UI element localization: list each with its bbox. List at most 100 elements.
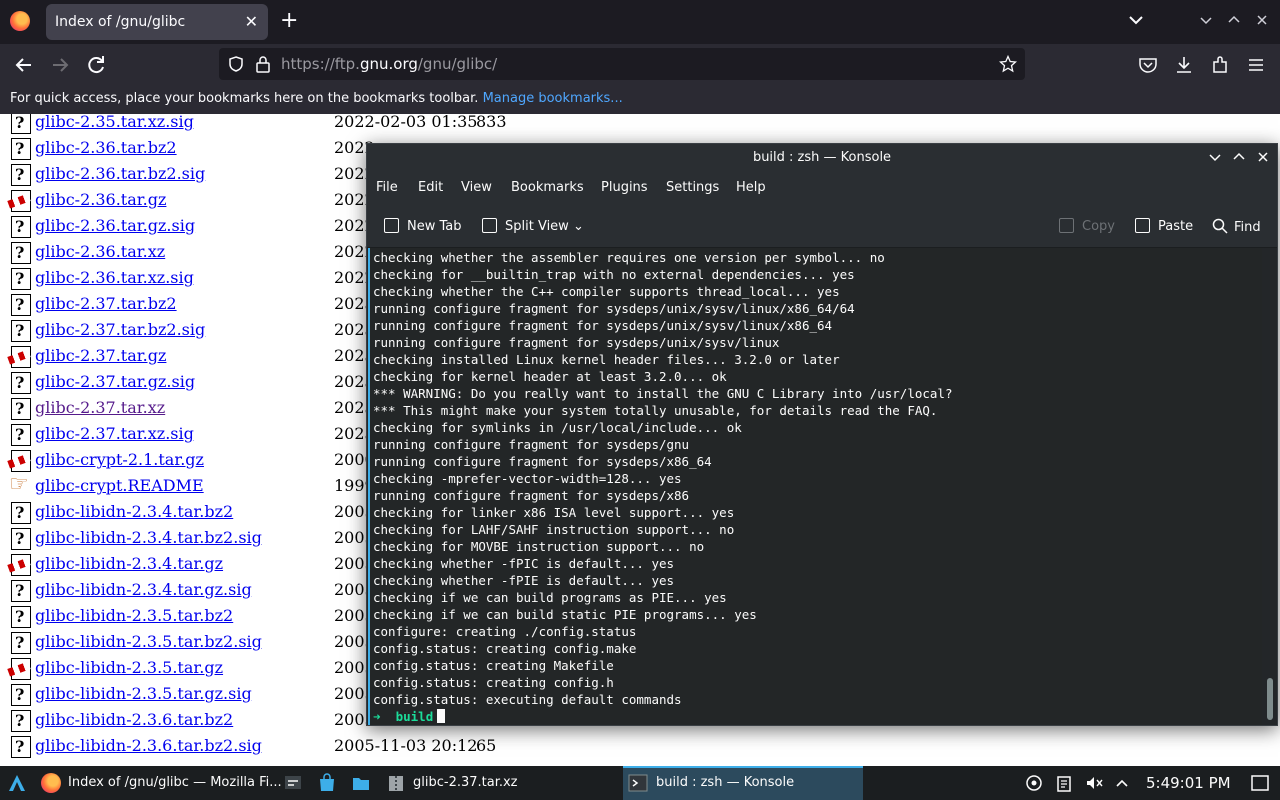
bookmark-star-icon[interactable] [999, 55, 1017, 73]
menu-file[interactable]: File [376, 180, 398, 195]
terminal-line: running configure fragment for sysdeps/u… [373, 318, 833, 333]
text-cursor [437, 709, 446, 723]
reload-icon[interactable] [84, 53, 108, 77]
extensions-icon[interactable] [1209, 54, 1231, 76]
maximize-window-icon[interactable] [1226, 12, 1242, 28]
compressed-file-icon [11, 554, 31, 576]
lock-icon[interactable] [255, 55, 271, 73]
menu-help[interactable]: Help [736, 180, 766, 195]
file-link[interactable]: glibc-crypt-2.1.tar.gz [35, 450, 204, 469]
unknown-file-icon: ? [11, 372, 31, 394]
terminal-line: running configure fragment for sysdeps/u… [373, 301, 855, 316]
konsole-title: build : zsh — Konsole [752, 150, 892, 165]
file-link[interactable]: glibc-2.37.tar.gz.sig [35, 372, 195, 391]
pocket-icon[interactable] [1137, 54, 1159, 76]
paste-button[interactable]: Paste [1135, 218, 1193, 234]
menu-edit[interactable]: Edit [418, 180, 443, 195]
file-link[interactable]: glibc-2.36.tar.bz2.sig [35, 164, 205, 183]
listing-row: ? glibc-2.35.tar.xz.sig 2022-02-03 01:35 83… [0, 114, 600, 137]
tab-index-gnu-glibc[interactable]: Index of /gnu/glibc ✕ [46, 4, 268, 40]
unknown-file-icon: ? [11, 424, 31, 446]
forward-arrow-icon[interactable] [48, 53, 72, 77]
file-manager-icon[interactable] [351, 773, 371, 793]
system-monitor-icon[interactable] [283, 773, 303, 793]
file-link[interactable]: glibc-2.37.tar.xz.sig [35, 424, 194, 443]
volume-muted-icon[interactable] [1084, 773, 1104, 793]
clock[interactable]: 5:49:01 PM [1146, 774, 1231, 792]
terminal-output[interactable]: checking whether the assembler requires … [368, 248, 1262, 725]
file-link[interactable]: glibc-libidn-2.3.5.tar.bz2.sig [35, 632, 262, 651]
menu-plugins[interactable]: Plugins [601, 180, 648, 195]
unknown-file-icon: ? [11, 398, 31, 420]
file-link[interactable]: glibc-libidn-2.3.5.tar.gz.sig [35, 684, 252, 703]
shield-icon[interactable] [227, 55, 245, 73]
file-link[interactable]: glibc-2.36.tar.gz [35, 190, 166, 209]
minimize-icon[interactable] [1207, 148, 1223, 166]
hamburger-menu-icon[interactable] [1245, 54, 1267, 76]
maximize-icon[interactable] [1231, 148, 1247, 166]
paste-label: Paste [1158, 219, 1194, 234]
file-link[interactable]: glibc-2.36.tar.bz2 [35, 138, 177, 157]
close-tab-icon[interactable]: ✕ [245, 12, 258, 31]
konsole-titlebar[interactable]: build : zsh — Konsole [367, 144, 1277, 172]
show-desktop-icon[interactable] [1250, 773, 1270, 793]
minimize-window-icon[interactable] [1198, 12, 1214, 28]
unknown-file-icon: ? [11, 138, 31, 160]
clipboard-icon[interactable] [1054, 773, 1074, 793]
taskbar-archive[interactable]: glibc-2.37.tar.xz [382, 766, 618, 800]
find-button[interactable]: Find [1212, 218, 1261, 235]
menu-settings[interactable]: Settings [666, 180, 719, 195]
list-all-tabs-icon[interactable] [1126, 10, 1146, 30]
vault-icon[interactable] [1024, 773, 1044, 793]
file-link[interactable]: glibc-crypt.README [35, 476, 204, 495]
unknown-file-icon: ? [11, 528, 31, 550]
url-text[interactable]: https://ftp.gnu.org/gnu/glibc/ [281, 55, 497, 73]
split-view-button[interactable]: Split View ⌄ [482, 218, 584, 234]
app-launcher-icon[interactable] [7, 773, 27, 793]
file-link[interactable]: glibc-libidn-2.3.6.tar.bz2.sig [35, 736, 262, 755]
file-link[interactable]: glibc-libidn-2.3.4.tar.gz [35, 554, 223, 573]
manage-bookmarks-link[interactable]: Manage bookmarks... [483, 91, 623, 106]
prompt-arrow: ➜ [373, 709, 381, 724]
scrollbar-thumb[interactable] [1267, 678, 1273, 720]
file-link[interactable]: glibc-libidn-2.3.4.tar.bz2.sig [35, 528, 262, 547]
close-window-icon[interactable] [1254, 12, 1270, 28]
close-icon[interactable] [1255, 148, 1271, 166]
file-link[interactable]: glibc-2.37.tar.gz [35, 346, 166, 365]
downloads-icon[interactable] [1173, 54, 1195, 76]
taskbar-konsole[interactable]: build : zsh — Konsole [623, 766, 863, 800]
file-link[interactable]: glibc-libidn-2.3.6.tar.bz2 [35, 710, 233, 729]
system-tray-expand-icon[interactable] [1112, 773, 1132, 793]
search-icon [1212, 218, 1228, 234]
file-link[interactable]: glibc-2.36.tar.gz.sig [35, 216, 195, 235]
file-link[interactable]: glibc-libidn-2.3.5.tar.gz [35, 658, 223, 677]
terminal-line: config.status: executing default command… [373, 692, 682, 707]
file-link[interactable]: glibc-libidn-2.3.4.tar.gz.sig [35, 580, 252, 599]
url-bar[interactable]: https://ftp.gnu.org/gnu/glibc/ [219, 48, 1025, 80]
firefox-logo-icon [10, 11, 30, 31]
taskbar-firefox[interactable]: Index of /gnu/glibc — Mozilla Fi... [36, 766, 282, 800]
file-link[interactable]: glibc-libidn-2.3.4.tar.bz2 [35, 502, 233, 521]
menu-bookmarks[interactable]: Bookmarks [511, 180, 584, 195]
new-tab-button[interactable]: New Tab [384, 218, 462, 234]
file-link[interactable]: glibc-2.37.tar.xz [35, 398, 165, 417]
shell-prompt[interactable]: ➜ build [373, 709, 446, 725]
file-link[interactable]: glibc-libidn-2.3.5.tar.bz2 [35, 606, 233, 625]
file-link[interactable]: glibc-2.36.tar.xz.sig [35, 268, 194, 287]
terminal-scrollbar[interactable] [1263, 248, 1277, 725]
file-link[interactable]: glibc-2.36.tar.xz [35, 242, 165, 261]
file-link[interactable]: glibc-2.35.tar.xz.sig [35, 114, 194, 131]
unknown-file-icon: ? [11, 242, 31, 264]
copy-button[interactable]: Copy [1059, 218, 1115, 234]
unknown-file-icon: ? [11, 606, 31, 628]
new-tab-button[interactable]: + [280, 9, 298, 33]
file-link[interactable]: glibc-2.37.tar.bz2 [35, 294, 177, 313]
back-arrow-icon[interactable] [12, 53, 36, 77]
compressed-file-icon [11, 450, 31, 472]
menu-view[interactable]: View [461, 180, 492, 195]
file-size: 65 [476, 736, 497, 755]
unknown-file-icon: ? [11, 632, 31, 654]
file-link[interactable]: glibc-2.37.tar.bz2.sig [35, 320, 205, 339]
discover-store-icon[interactable] [317, 773, 337, 793]
firefox-icon [41, 773, 61, 793]
